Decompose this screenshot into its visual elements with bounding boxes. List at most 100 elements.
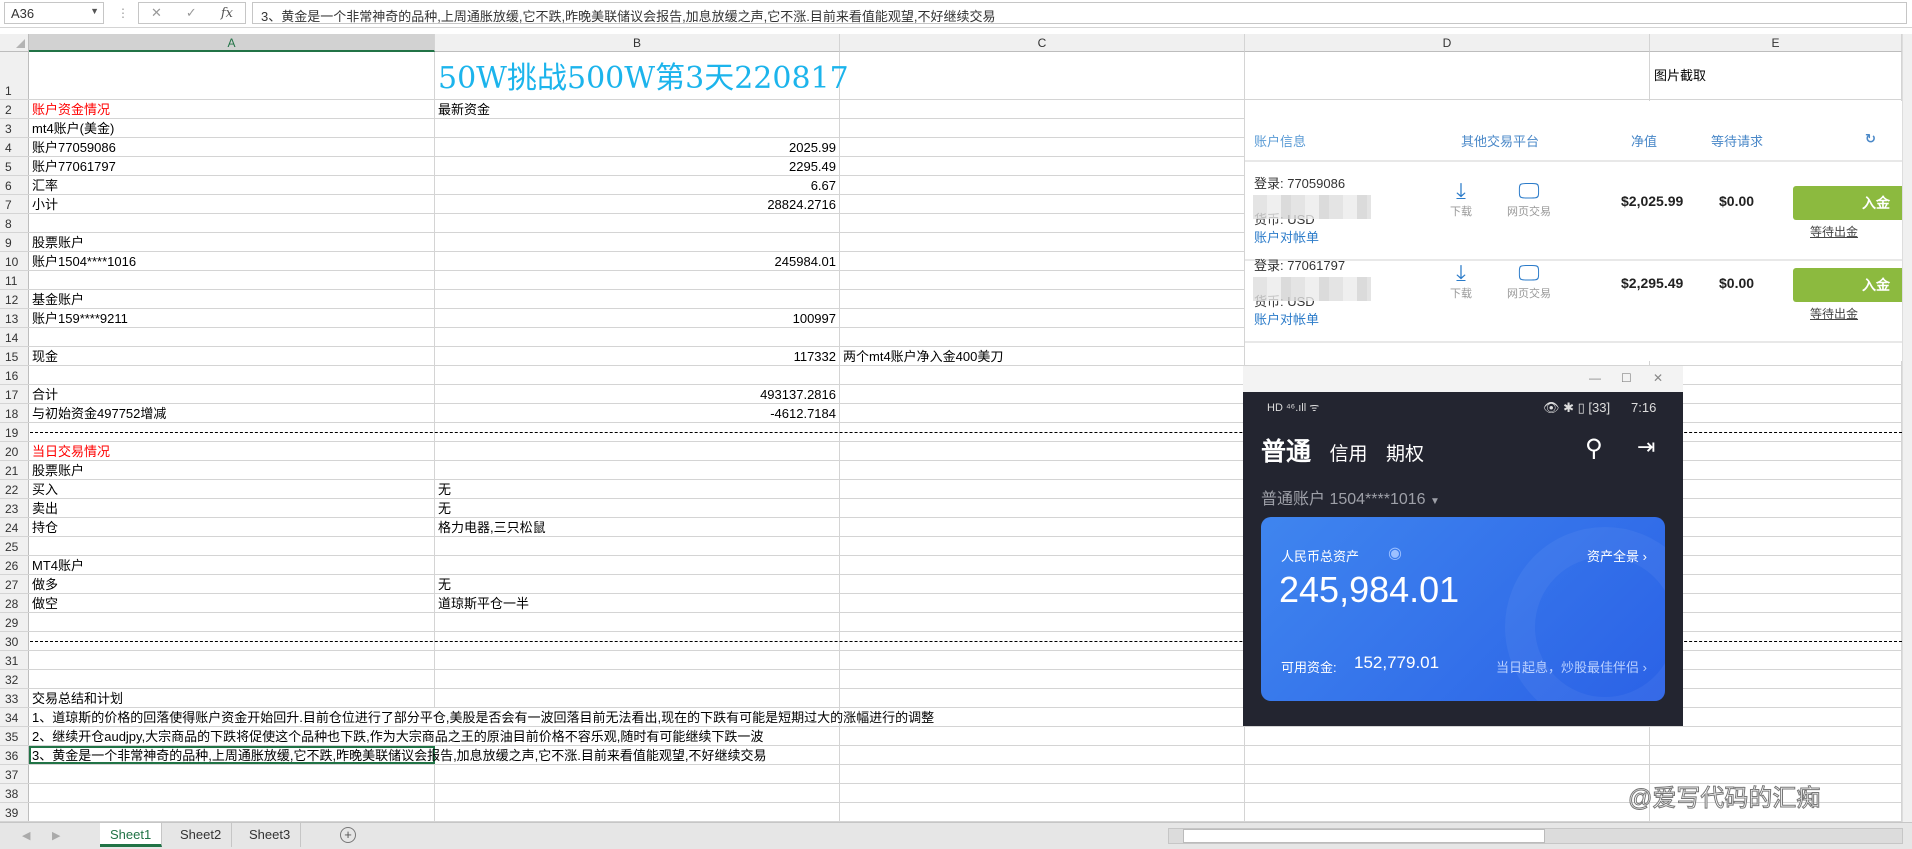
row-header[interactable]: 31 bbox=[0, 651, 29, 669]
cell-b18[interactable]: -4612.7184 bbox=[435, 404, 840, 422]
cell-c4[interactable] bbox=[840, 138, 1245, 156]
row-header[interactable]: 9 bbox=[0, 233, 29, 251]
cell-a22[interactable]: 买入 bbox=[29, 480, 435, 498]
cell-c18[interactable] bbox=[840, 404, 1245, 422]
cell-c16[interactable] bbox=[840, 366, 1245, 384]
cell-b23[interactable]: 无 bbox=[435, 499, 840, 517]
asset-overview-link[interactable]: 资产全景 › bbox=[1587, 546, 1647, 565]
cell-b24[interactable]: 格力电器,三只松鼠 bbox=[435, 518, 840, 536]
cell-b12[interactable] bbox=[435, 290, 840, 308]
row-header[interactable]: 13 bbox=[0, 309, 29, 327]
row-header[interactable]: 38 bbox=[0, 784, 29, 802]
cell-b7[interactable]: 28824.2716 bbox=[435, 195, 840, 213]
cell-b15[interactable]: 117332 bbox=[435, 347, 840, 365]
deposit-button[interactable]: 入金 bbox=[1793, 268, 1902, 302]
cell-c17[interactable] bbox=[840, 385, 1245, 403]
row-header[interactable]: 5 bbox=[0, 157, 29, 175]
cell-d39[interactable] bbox=[1245, 803, 1650, 821]
row-header[interactable]: 1 bbox=[0, 52, 29, 99]
next-sheet-icon[interactable]: ▶ bbox=[52, 829, 60, 842]
cell-a6[interactable]: 汇率 bbox=[29, 176, 435, 194]
row-header[interactable]: 30 bbox=[0, 632, 29, 650]
cell-b27[interactable]: 无 bbox=[435, 575, 840, 593]
cell-c36[interactable] bbox=[840, 746, 1245, 764]
cell-c7[interactable] bbox=[840, 195, 1245, 213]
cell-c1[interactable] bbox=[840, 52, 1245, 99]
cell-b5[interactable]: 2295.49 bbox=[435, 157, 840, 175]
cell-a35[interactable]: 2、继续开仓audjpy,大宗商品的下跌将促使这个品种也下跌,作为大宗商品之王的… bbox=[29, 727, 763, 745]
cell-a38[interactable] bbox=[29, 784, 435, 802]
cell-c25[interactable] bbox=[840, 537, 1245, 555]
cell-b9[interactable] bbox=[435, 233, 840, 251]
cell-a14[interactable] bbox=[29, 328, 435, 346]
cell-c8[interactable] bbox=[840, 214, 1245, 232]
cell-c22[interactable] bbox=[840, 480, 1245, 498]
confirm-icon[interactable]: ✓ bbox=[186, 5, 197, 21]
cell-a2[interactable]: 账户资金情况 bbox=[29, 100, 435, 118]
cell-b2[interactable]: 最新资金 bbox=[435, 100, 840, 118]
cell-a27[interactable]: 做多 bbox=[29, 575, 435, 593]
cell-b37[interactable] bbox=[435, 765, 840, 783]
cell-a36[interactable]: 3、黄金是一个非常神奇的品种,上周通胀放缓,它不跌,昨晚美联储议会报告,加息放缓… bbox=[29, 746, 767, 764]
cell-b28[interactable]: 道琼斯平仓一半 bbox=[435, 594, 840, 612]
cell-c31[interactable] bbox=[840, 651, 1245, 669]
cell-c27[interactable] bbox=[840, 575, 1245, 593]
row-header[interactable]: 32 bbox=[0, 670, 29, 688]
cell-e21[interactable] bbox=[1650, 461, 1902, 479]
cell-a12[interactable]: 基金账户 bbox=[29, 290, 435, 308]
vertical-scrollbar[interactable] bbox=[1902, 34, 1912, 822]
cell-a4[interactable]: 账户77059086 bbox=[29, 138, 435, 156]
cell-a37[interactable] bbox=[29, 765, 435, 783]
statement-link[interactable]: 账户对帐单 bbox=[1254, 311, 1345, 329]
row-header[interactable]: 25 bbox=[0, 537, 29, 555]
cell-d38[interactable] bbox=[1245, 784, 1650, 802]
cell-a33[interactable]: 交易总结和计划 bbox=[29, 689, 435, 707]
cell-e31[interactable] bbox=[1650, 651, 1902, 669]
cell-b4[interactable]: 2025.99 bbox=[435, 138, 840, 156]
cell-c3[interactable] bbox=[840, 119, 1245, 137]
cell-a21[interactable]: 股票账户 bbox=[29, 461, 435, 479]
cell-b8[interactable] bbox=[435, 214, 840, 232]
cell-c9[interactable] bbox=[840, 233, 1245, 251]
row-header[interactable]: 21 bbox=[0, 461, 29, 479]
cell-e26[interactable] bbox=[1650, 556, 1902, 574]
cell-a24[interactable]: 持仓 bbox=[29, 518, 435, 536]
tab-options[interactable]: 期权 bbox=[1386, 444, 1424, 465]
cell-b6[interactable]: 6.67 bbox=[435, 176, 840, 194]
cell-a26[interactable]: MT4账户 bbox=[29, 556, 435, 574]
row-header[interactable]: 24 bbox=[0, 518, 29, 536]
search-icon[interactable]: ⚲ bbox=[1585, 434, 1603, 463]
cell-b26[interactable] bbox=[435, 556, 840, 574]
cell-c28[interactable] bbox=[840, 594, 1245, 612]
cell-a5[interactable]: 账户77061797 bbox=[29, 157, 435, 175]
web-trade-button[interactable]: 🖵 网页交易 bbox=[1507, 179, 1551, 219]
cell-a23[interactable]: 卖出 bbox=[29, 499, 435, 517]
cell-c21[interactable] bbox=[840, 461, 1245, 479]
row-header[interactable]: 39 bbox=[0, 803, 29, 821]
cell-d36[interactable] bbox=[1245, 746, 1650, 764]
cell-a17[interactable]: 合计 bbox=[29, 385, 435, 403]
cell-a25[interactable] bbox=[29, 537, 435, 555]
formula-input[interactable]: 3、黄金是一个非常神奇的品种,上周通胀放缓,它不跌,昨晚美联储议会报告,加息放缓… bbox=[252, 2, 1907, 24]
row-header[interactable]: 16 bbox=[0, 366, 29, 384]
cell-e1[interactable]: 图片截取 bbox=[1650, 52, 1902, 99]
cell-b13[interactable]: 100997 bbox=[435, 309, 840, 327]
cell-a11[interactable] bbox=[29, 271, 435, 289]
cell-e20[interactable] bbox=[1650, 442, 1902, 460]
cell-a28[interactable]: 做空 bbox=[29, 594, 435, 612]
cell-c33[interactable] bbox=[840, 689, 1245, 707]
cell-e35[interactable] bbox=[1650, 727, 1902, 745]
cell-e17[interactable] bbox=[1650, 385, 1902, 403]
cell-e29[interactable] bbox=[1650, 613, 1902, 631]
cell-b17[interactable]: 493137.2816 bbox=[435, 385, 840, 403]
cell-b29[interactable] bbox=[435, 613, 840, 631]
eye-icon[interactable]: ◉ bbox=[1388, 543, 1402, 563]
row-header[interactable]: 37 bbox=[0, 765, 29, 783]
column-header-b[interactable]: B bbox=[435, 34, 840, 52]
prev-sheet-icon[interactable]: ◀ bbox=[22, 829, 30, 842]
cell-e27[interactable] bbox=[1650, 575, 1902, 593]
cell-e18[interactable] bbox=[1650, 404, 1902, 422]
cell-c15[interactable]: 两个mt4账户净入金400美刀 bbox=[840, 347, 1245, 365]
cell-a8[interactable] bbox=[29, 214, 435, 232]
cell-b3[interactable] bbox=[435, 119, 840, 137]
